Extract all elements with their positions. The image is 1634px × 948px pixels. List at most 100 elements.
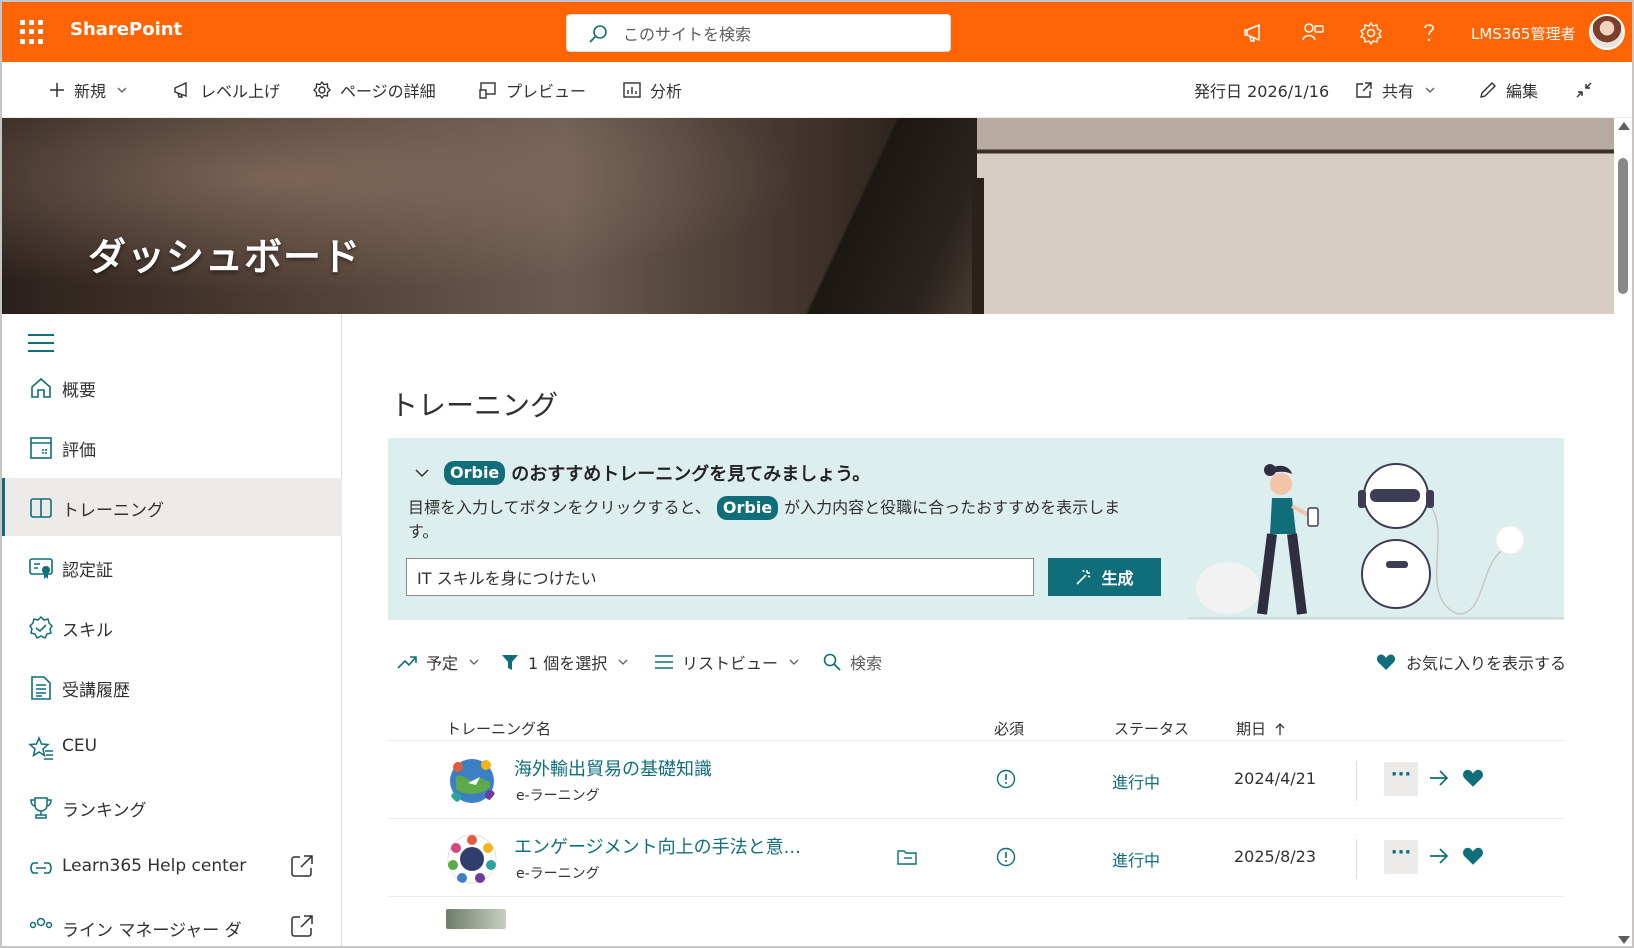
training-search-placeholder[interactable]: 検索: [850, 650, 882, 674]
scheduled-filter[interactable]: 予定: [396, 650, 480, 674]
megaphone-icon[interactable]: [1242, 20, 1268, 46]
training-thumbnail: [450, 759, 495, 803]
generate-button[interactable]: 生成: [1048, 558, 1161, 596]
link-icon: [30, 862, 52, 874]
nav-item-skills[interactable]: スキル: [2, 598, 342, 656]
nav-label: ランキング: [62, 801, 147, 821]
scroll-down-icon[interactable]: [1618, 936, 1630, 944]
page-scrollbar[interactable]: [1614, 118, 1632, 946]
training-type: e-ラーニング: [516, 788, 600, 804]
analytics-button[interactable]: 分析: [622, 78, 682, 102]
column-header-status[interactable]: ステータス: [1114, 718, 1189, 739]
nav-item-certificates[interactable]: 認定証: [2, 538, 342, 596]
training-thumbnail: [447, 834, 497, 884]
nav-item-ceu[interactable]: CEU: [2, 718, 342, 776]
column-header-due[interactable]: 期日: [1236, 718, 1286, 739]
chevron-down-icon: [117, 87, 127, 93]
selected-label: 1 個を選択: [528, 654, 608, 673]
orbie-description: 目標を入力してボタンをクリックすると、 Orbie が入力内容と役職に合ったおすすめ…: [408, 496, 1148, 544]
training-search[interactable]: 検索: [822, 650, 882, 674]
selected-filter[interactable]: 1 個を選択: [500, 650, 629, 674]
nav-item-transcript[interactable]: 受講履歴: [2, 658, 342, 716]
page-details-label: ページの詳細: [340, 82, 436, 101]
megaphone-icon: [174, 81, 187, 98]
goal-input[interactable]: [406, 558, 1034, 596]
nav-item-training[interactable]: トレーニング: [2, 478, 342, 536]
heart-icon: [1376, 654, 1396, 670]
orbie-heading-text: のおすすめトレーニングを見てみましょう。: [511, 464, 871, 485]
hero-image-laptop: [762, 118, 1002, 314]
column-header-required[interactable]: 必須: [994, 718, 1024, 739]
site-search-box[interactable]: [566, 14, 951, 52]
nav-item-help-center[interactable]: Learn365 Help center: [2, 838, 342, 896]
generate-label: 生成: [1101, 569, 1134, 588]
new-button[interactable]: 新規: [48, 78, 128, 102]
help-icon[interactable]: [1416, 20, 1442, 46]
avatar[interactable]: [1589, 14, 1625, 50]
required-info-icon: [996, 769, 1016, 789]
column-header-name[interactable]: トレーニング名: [446, 718, 551, 739]
heart-icon[interactable]: [1462, 846, 1484, 866]
new-label: 新規: [74, 82, 107, 101]
more-options-button[interactable]: ···: [1384, 840, 1418, 874]
people-icon: [29, 917, 53, 929]
sort-ascending-icon: [1275, 722, 1285, 735]
analytics-icon: [623, 82, 641, 98]
browser-frame: SharePoint LMS365管理者: [0, 0, 1634, 948]
magic-wand-icon: [1076, 569, 1091, 585]
page-details-button[interactable]: ページの詳細: [312, 78, 436, 102]
section-title: トレーニング: [390, 389, 559, 422]
nav-label: CEU: [62, 736, 98, 756]
chevron-down-icon[interactable]: [414, 465, 430, 481]
assessment-icon: [30, 437, 52, 459]
gear-icon: [313, 80, 331, 100]
preview-button[interactable]: プレビュー: [478, 78, 586, 102]
nav-label: Learn365 Help center: [62, 856, 247, 876]
preview-label: プレビュー: [506, 82, 587, 101]
nav-item-line-manager[interactable]: ライン マネージャー ダ: [2, 898, 342, 946]
training-type: e-ラーニング: [516, 866, 600, 882]
funnel-icon: [502, 655, 518, 670]
published-date: 発行日 2026/1/16: [1194, 78, 1329, 102]
training-title-link[interactable]: エンゲージメント向上の手法と意...: [514, 833, 801, 859]
heart-icon[interactable]: [1462, 768, 1484, 788]
orbie-pill-inline: Orbie: [716, 496, 779, 520]
view-label: リストビュー: [682, 654, 779, 673]
show-favorites-toggle[interactable]: お気に入りを表示する: [1376, 650, 1566, 674]
nav-item-overview[interactable]: 概要: [2, 358, 342, 416]
table-row[interactable]: エンゲージメント向上の手法と意... e-ラーニング 進行中 2025/8/23…: [388, 818, 1564, 896]
table-row[interactable]: [388, 896, 1564, 946]
hamburger-menu-icon[interactable]: [28, 334, 54, 354]
nav-label: トレーニング: [62, 501, 164, 521]
scroll-thumb[interactable]: [1618, 158, 1628, 294]
certificate-icon: [29, 558, 53, 579]
orbie-heading[interactable]: Orbie のおすすめトレーニングを見てみましょう。: [414, 460, 870, 486]
collapse-button[interactable]: [1574, 78, 1602, 102]
view-switcher[interactable]: リストビュー: [654, 650, 800, 674]
scroll-up-icon[interactable]: [1618, 122, 1630, 130]
training-title-link[interactable]: 海外輸出貿易の基礎知識: [514, 755, 712, 781]
app-name[interactable]: SharePoint: [70, 19, 182, 40]
nav-item-assessment[interactable]: 評価: [2, 418, 342, 476]
nav-label: 認定証: [62, 561, 113, 581]
row-divider: [1356, 839, 1357, 879]
search-icon: [823, 653, 841, 671]
training-thumbnail: [446, 909, 506, 929]
user-name[interactable]: LMS365管理者: [1471, 23, 1575, 44]
gear-icon[interactable]: [1358, 20, 1384, 46]
skill-badge-icon: [29, 615, 53, 640]
promote-label: レベル上げ: [200, 82, 281, 101]
nav-item-ranking[interactable]: ランキング: [2, 778, 342, 836]
preview-icon: [479, 82, 496, 99]
arrow-right-icon[interactable]: [1428, 845, 1450, 867]
main-content: トレーニング Orbie のおすすめトレーニングを見てみましょう。 目標を入力し…: [342, 314, 1614, 946]
app-launcher-icon[interactable]: [20, 20, 44, 44]
arrow-right-icon[interactable]: [1428, 767, 1450, 789]
edit-button[interactable]: 編集: [1478, 78, 1538, 102]
site-search-input[interactable]: [623, 23, 923, 45]
share-button[interactable]: 共有: [1354, 78, 1436, 102]
feedback-icon[interactable]: [1300, 20, 1326, 46]
promote-button[interactable]: レベル上げ: [172, 78, 280, 102]
more-options-button[interactable]: ···: [1384, 762, 1418, 796]
table-row[interactable]: 海外輸出貿易の基礎知識 e-ラーニング 進行中 2024/4/21 ···: [388, 740, 1564, 818]
